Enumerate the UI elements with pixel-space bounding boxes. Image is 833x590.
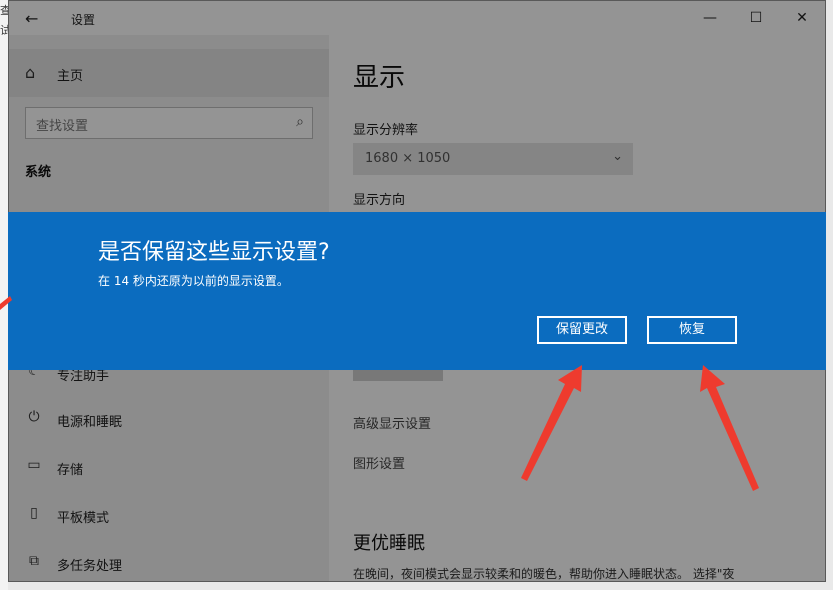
dialog-title: 是否保留这些显示设置? bbox=[98, 240, 330, 265]
desktop-background: 查 试 bbox=[0, 0, 11, 590]
keep-changes-button[interactable]: 保留更改 bbox=[537, 316, 627, 344]
revert-button[interactable]: 恢复 bbox=[647, 316, 737, 344]
keep-display-settings-dialog: 是否保留这些显示设置? 在 14 秒内还原为以前的显示设置。 保留更改 恢复 bbox=[8, 212, 826, 370]
dialog-message: 在 14 秒内还原为以前的显示设置。 bbox=[98, 274, 289, 288]
